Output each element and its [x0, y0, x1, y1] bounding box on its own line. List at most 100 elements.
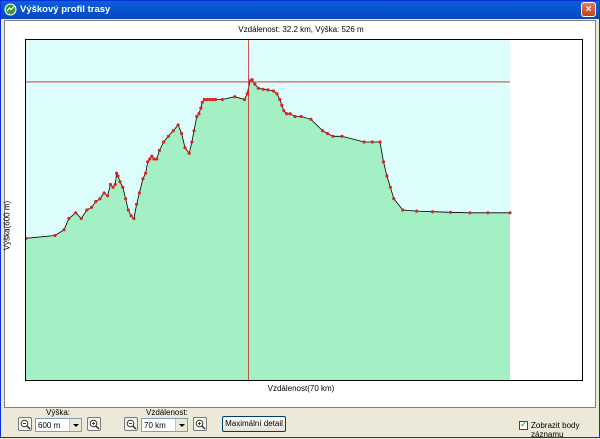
track-point [197, 112, 201, 116]
track-point [211, 97, 215, 102]
track-point [106, 194, 110, 198]
track-point [250, 78, 254, 82]
track-point [141, 177, 145, 181]
track-point [213, 97, 218, 102]
y-axis-label: Výška(600 m) [2, 200, 12, 251]
track-point [468, 211, 472, 215]
distance-select-value: 70 km [144, 421, 166, 430]
plot-area[interactable] [25, 39, 583, 381]
track-point [137, 191, 141, 195]
track-point [202, 97, 206, 102]
track-point [293, 114, 297, 119]
track-point [200, 100, 204, 104]
track-point [381, 160, 386, 164]
track-point [508, 211, 512, 215]
track-point [195, 114, 199, 119]
track-point [385, 174, 389, 178]
track-point [220, 97, 224, 102]
track-point [378, 140, 382, 144]
track-point [362, 140, 366, 144]
track-point [148, 157, 152, 161]
track-point [415, 209, 419, 213]
track-point [321, 129, 325, 133]
chevron-down-icon[interactable] [175, 419, 187, 431]
track-point [388, 185, 392, 189]
track-point [370, 140, 374, 144]
track-point [208, 97, 212, 102]
height-zoom-in-button[interactable] [87, 417, 101, 431]
distance-zoom-in-button[interactable] [193, 417, 207, 431]
track-point [118, 180, 122, 184]
track-point [233, 95, 237, 99]
track-point [253, 82, 257, 86]
track-point [144, 171, 148, 175]
track-point [285, 112, 289, 116]
track-point [162, 140, 166, 144]
track-point [271, 89, 276, 93]
track-point [155, 157, 159, 161]
track-point [108, 182, 112, 187]
track-point [62, 228, 66, 232]
track-point [129, 214, 133, 218]
track-point [261, 87, 265, 91]
track-point [166, 134, 170, 138]
distance-zoom-out-button[interactable] [124, 417, 138, 431]
track-point [116, 174, 120, 178]
show-points-label[interactable]: Zobrazit body záznamu [531, 421, 599, 439]
track-point [275, 92, 279, 96]
track-point [486, 211, 490, 215]
track-point [192, 129, 196, 133]
max-detail-button[interactable]: Maximální detail [222, 416, 286, 432]
zoom-out-icon [20, 419, 31, 430]
track-point [124, 197, 128, 201]
track-point [94, 199, 98, 204]
show-points-checkbox[interactable] [519, 419, 528, 430]
height-label: Výška: [46, 408, 71, 417]
elevation-chart[interactable] [26, 40, 582, 380]
zoom-in-icon [195, 419, 206, 430]
track-point [331, 134, 335, 138]
track-point [401, 208, 405, 212]
track-point [309, 117, 313, 121]
track-point [280, 103, 284, 107]
track-point [115, 171, 119, 175]
track-point [98, 197, 102, 201]
toolbar: Výška: 600 m Vzdálenost: 70 km Maximální… [1, 408, 599, 439]
chart-header: Vzdálenost: 32.2 km, Výška: 526 m [238, 25, 364, 34]
chart-panel: Vzdálenost: 32.2 km, Výška: 526 m Výška(… [2, 20, 596, 408]
track-point [74, 211, 78, 215]
track-point [190, 140, 194, 144]
track-point [256, 86, 260, 90]
track-point [340, 134, 344, 138]
track-point [152, 157, 156, 161]
track-point [392, 197, 396, 201]
track-point [111, 185, 115, 189]
window-title: Výškový profil trasy [20, 4, 111, 15]
height-select[interactable]: 600 m [35, 418, 82, 432]
height-zoom-out-button[interactable] [18, 417, 32, 431]
distance-label: Vzdálenost: [146, 408, 188, 417]
track-point [113, 182, 117, 187]
track-point [176, 123, 180, 127]
chevron-down-icon[interactable] [69, 419, 81, 431]
track-point [150, 154, 154, 158]
distance-select[interactable]: 70 km [141, 418, 188, 432]
app-icon [4, 3, 17, 16]
track-point [288, 112, 292, 116]
zoom-in-icon [89, 419, 100, 430]
title-bar[interactable]: Výškový profil trasy × [1, 1, 599, 19]
track-point [266, 88, 270, 92]
track-point [245, 92, 249, 96]
height-select-value: 600 m [38, 421, 61, 430]
track-point [183, 146, 187, 150]
track-point [79, 216, 83, 221]
track-point [187, 151, 191, 155]
close-button[interactable]: × [581, 2, 596, 17]
track-point [242, 97, 247, 102]
x-axis-label: Vzdálenost(70 km) [267, 384, 335, 393]
profile-window: Výškový profil trasy × Vzdálenost: 32.2 … [0, 0, 600, 439]
track-point [135, 202, 139, 206]
track-point [102, 191, 106, 195]
track-point [146, 160, 150, 164]
track-point [171, 129, 175, 133]
